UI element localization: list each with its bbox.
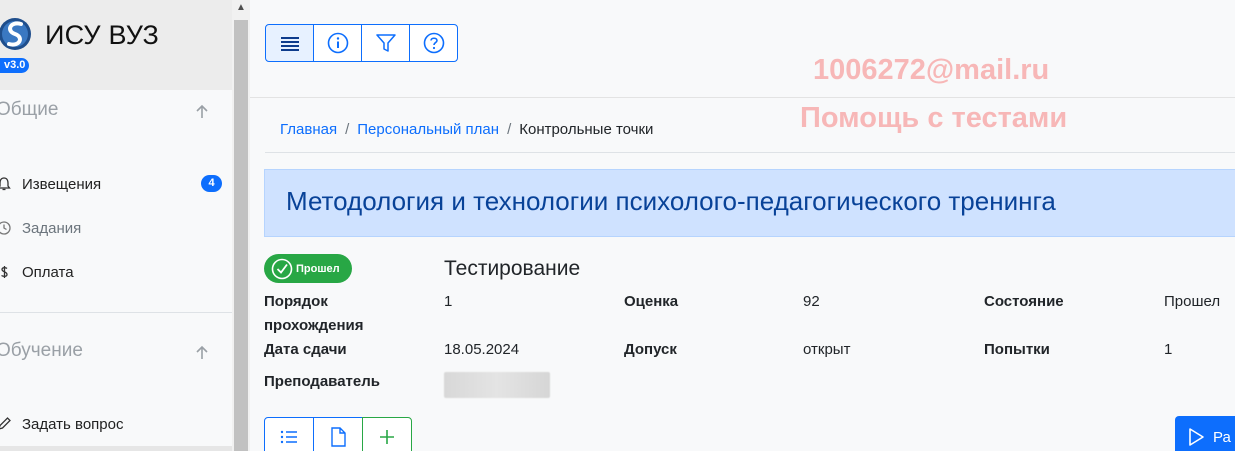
logo-icon [0,18,31,50]
section-title-general: Общие [0,99,59,120]
sidebar-item-label: Задать вопрос [22,415,124,433]
version-badge: v3.0 [0,58,30,73]
toolbar-divider [250,97,1235,98]
filter-button[interactable] [361,24,410,62]
breadcrumb-separator: / [345,121,350,138]
section-title-learning: Обучение [0,340,83,361]
pencil-icon [0,417,11,430]
checkpoint-title: Тестирование [444,257,581,280]
info-button[interactable] [313,24,362,62]
attempts-label: Попытки [984,341,1050,358]
attempts-value: 1 [1164,341,1173,358]
filter-icon [375,34,396,52]
sidebar-item-ask-question[interactable]: Задать вопрос [0,410,232,438]
breadcrumb: Главная / Персональный план / Контрольны… [280,121,653,138]
document-icon [331,427,346,447]
status-badge: Прошел [264,254,352,283]
sidebar-active-strip [0,446,232,451]
plus-icon [380,430,394,444]
checkpoint-actions-toolbar [264,417,412,451]
list-view-button[interactable] [265,24,314,62]
help-button[interactable] [409,24,458,62]
date-value: 18.05.2024 [444,341,520,358]
order-label: Порядок прохождения [264,293,364,334]
chevron-up-icon[interactable] [193,344,211,362]
access-value: открыт [803,341,851,358]
add-button[interactable] [362,417,412,451]
app-title: ИСУ ВУЗ [45,20,160,50]
teacher-name-redacted [444,372,550,398]
play-icon [1189,428,1204,446]
sidebar-divider [0,312,232,313]
watermark-email: 1006272@mail.ru [813,54,1050,86]
order-value: 1 [444,293,453,310]
sidebar-item-notifications[interactable]: Извещения 4 [0,170,232,198]
start-test-button[interactable]: Ра [1175,416,1235,451]
scrollbar-thumb[interactable] [234,20,248,451]
breadcrumb-separator: / [507,121,512,138]
dollar-icon [1,266,8,278]
scroll-up-arrow-icon[interactable]: ▲ [235,2,247,14]
info-icon [327,32,348,54]
sidebar-item-label: Оплата [22,263,74,281]
grade-value: 92 [803,293,820,310]
list-details-icon [280,430,297,444]
breadcrumb-home-link[interactable]: Главная [280,121,337,138]
sidebar-item-payment[interactable]: Оплата [0,258,232,286]
breadcrumb-current: Контрольные точки [519,121,654,138]
sidebar-item-label: Задания [22,219,82,237]
help-icon [423,32,444,54]
sidebar-header: ИСУ ВУЗ v3.0 [0,0,232,90]
details-button[interactable] [264,417,314,451]
document-button[interactable] [313,417,363,451]
list-icon [280,37,299,51]
sidebar-item-tasks[interactable]: Задания [0,214,232,242]
start-test-label: Ра [1213,428,1231,446]
main-content: 1006272@mail.ru Помощь с тестами Главная… [250,0,1235,451]
chevron-up-icon[interactable] [193,103,211,121]
state-label: Состояние [984,293,1064,310]
breadcrumb-divider [265,152,1235,153]
sidebar-scrollbar[interactable]: ▲ [232,0,250,451]
sidebar: ИСУ ВУЗ v3.0 Общие Извещения 4 Задания О… [0,0,232,451]
notification-count-badge: 4 [201,175,222,192]
view-toolbar [265,24,458,62]
check-circle-icon [271,258,293,279]
teacher-label: Преподаватель [264,373,380,390]
state-value: Прошел [1164,293,1221,310]
status-badge-label: Прошел [296,262,340,275]
sidebar-item-label: Извещения [22,175,102,193]
clock-icon [0,221,11,235]
course-title: Методология и технологии психолого-педаг… [286,186,1056,216]
grade-label: Оценка [624,293,679,310]
date-label: Дата сдачи [264,341,347,358]
watermark-text: Помощь с тестами [800,102,1068,134]
bell-icon [0,177,11,191]
course-title-panel: Методология и технологии психолого-педаг… [264,169,1235,237]
access-label: Допуск [624,341,677,358]
breadcrumb-plan-link[interactable]: Персональный план [357,121,499,138]
